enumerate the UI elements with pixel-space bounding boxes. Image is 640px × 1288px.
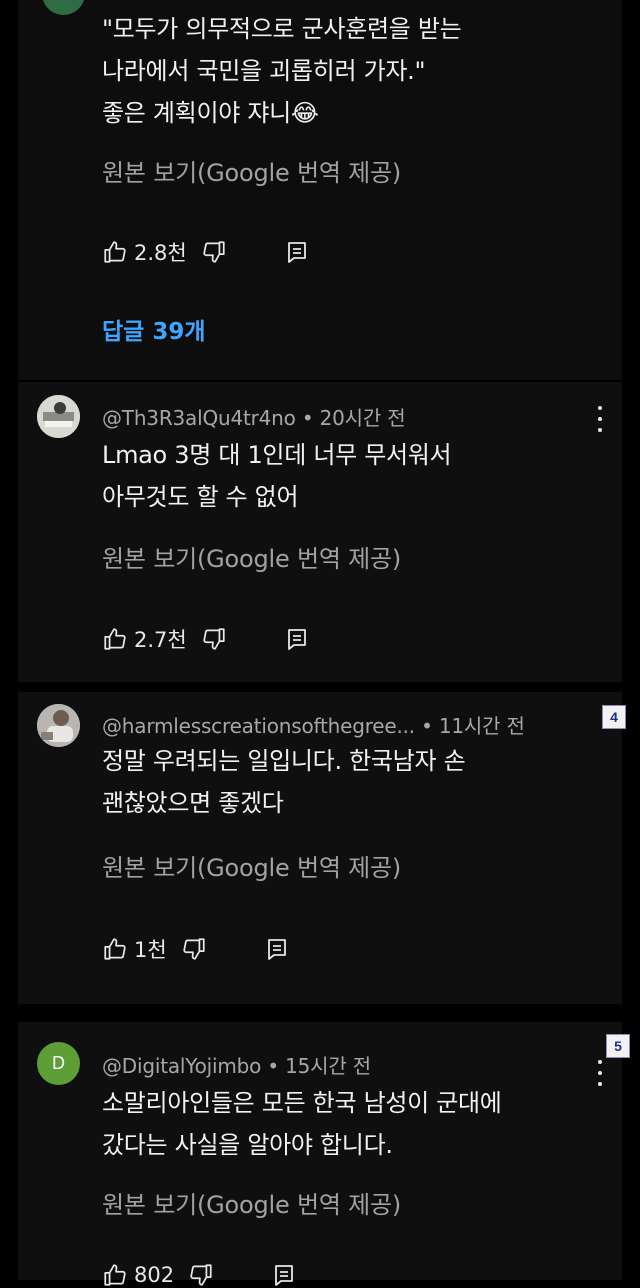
more-vertical-icon[interactable] — [592, 1060, 608, 1086]
thumbs-down-icon[interactable] — [181, 936, 207, 962]
more-vertical-icon[interactable] — [592, 406, 608, 432]
thumbs-up-icon[interactable] — [102, 239, 128, 265]
comment-thread-2: @Th3R3alQu4tr4no • 20시간 전 Lmao 3명 대 1인데 … — [18, 382, 622, 682]
comment-thread-1: "모두가 의무적으로 군사훈련을 받는 나라에서 국민을 괴롭히러 가자." 좋… — [18, 0, 622, 380]
avatar[interactable] — [37, 704, 80, 747]
comment-actions: 2.7천 — [102, 624, 309, 654]
comment-author-time: @Th3R3alQu4tr4no • 20시간 전 — [102, 406, 406, 430]
see-original-link[interactable]: 원본 보기(Google 번역 제공) — [102, 153, 401, 188]
thumbs-up-icon[interactable] — [102, 626, 128, 652]
comment-author-time: @harmlesscreationsofthegree... • 11시간 전 — [102, 714, 525, 738]
comment-line: 정말 우려되는 일입니다. 한국남자 손 — [102, 747, 466, 775]
comment-line: "모두가 의무적으로 군사훈련을 받는 — [102, 15, 462, 43]
see-original-link[interactable]: 원본 보기(Google 번역 제공) — [102, 848, 401, 883]
thumbs-up-icon[interactable] — [102, 936, 128, 962]
like-count: 1천 — [134, 938, 167, 962]
reply-comment-icon[interactable] — [285, 626, 309, 652]
comment-author-time: @DigitalYojimbo • 15시간 전 — [102, 1054, 371, 1078]
avatar[interactable] — [42, 0, 85, 15]
view-replies-button[interactable]: 답글 39개 — [102, 312, 206, 346]
reply-comment-icon[interactable] — [272, 1262, 296, 1288]
comment-body: 소말리아인들은 모든 한국 남성이 군대에 갔다는 사실을 알아야 합니다. — [102, 1082, 502, 1166]
comment-line: 아무것도 할 수 없어 — [102, 483, 299, 511]
comment-actions: 1천 — [102, 934, 289, 964]
page-badge: 5 — [606, 1034, 630, 1058]
thumbs-down-icon[interactable] — [201, 626, 227, 652]
like-count: 2.7천 — [134, 628, 187, 652]
thumbs-down-icon[interactable] — [201, 239, 227, 265]
thumbs-down-icon[interactable] — [188, 1262, 214, 1288]
comment-actions: 2.8천 — [102, 237, 309, 267]
comment-body: 정말 우려되는 일입니다. 한국남자 손 괜찮았으면 좋겠다 — [102, 740, 466, 824]
avatar[interactable] — [37, 395, 80, 438]
like-count: 802 — [134, 1263, 175, 1287]
comment-line: Lmao 3명 대 1인데 너무 무서워서 — [102, 441, 452, 469]
see-original-link[interactable]: 원본 보기(Google 번역 제공) — [102, 1185, 401, 1220]
reply-comment-icon[interactable] — [265, 936, 289, 962]
like-count: 2.8천 — [134, 241, 187, 265]
comment-line: 좋은 계획이야 쟈니😂 — [102, 99, 319, 127]
see-original-link[interactable]: 원본 보기(Google 번역 제공) — [102, 539, 401, 574]
comment-actions: 802 — [102, 1262, 296, 1288]
comment-thread-3: @harmlesscreationsofthegree... • 11시간 전 … — [18, 692, 626, 1004]
comment-line: 괜찮았으면 좋겠다 — [102, 789, 284, 817]
reply-comment-icon[interactable] — [285, 239, 309, 265]
thumbs-up-icon[interactable] — [102, 1262, 128, 1288]
comment-body: Lmao 3명 대 1인데 너무 무서워서 아무것도 할 수 없어 — [102, 434, 452, 518]
comment-line: 나라에서 국민을 괴롭히러 가자." — [102, 57, 426, 85]
comment-thread-4: D @DigitalYojimbo • 15시간 전 5 소말리아인들은 모든 … — [18, 1022, 630, 1287]
avatar[interactable]: D — [37, 1042, 80, 1085]
comment-body: "모두가 의무적으로 군사훈련을 받는 나라에서 국민을 괴롭히러 가자." 좋… — [102, 8, 462, 134]
comment-line: 소말리아인들은 모든 한국 남성이 군대에 — [102, 1089, 502, 1117]
page-badge: 4 — [602, 705, 626, 729]
comment-line: 갔다는 사실을 알아야 합니다. — [102, 1131, 393, 1159]
